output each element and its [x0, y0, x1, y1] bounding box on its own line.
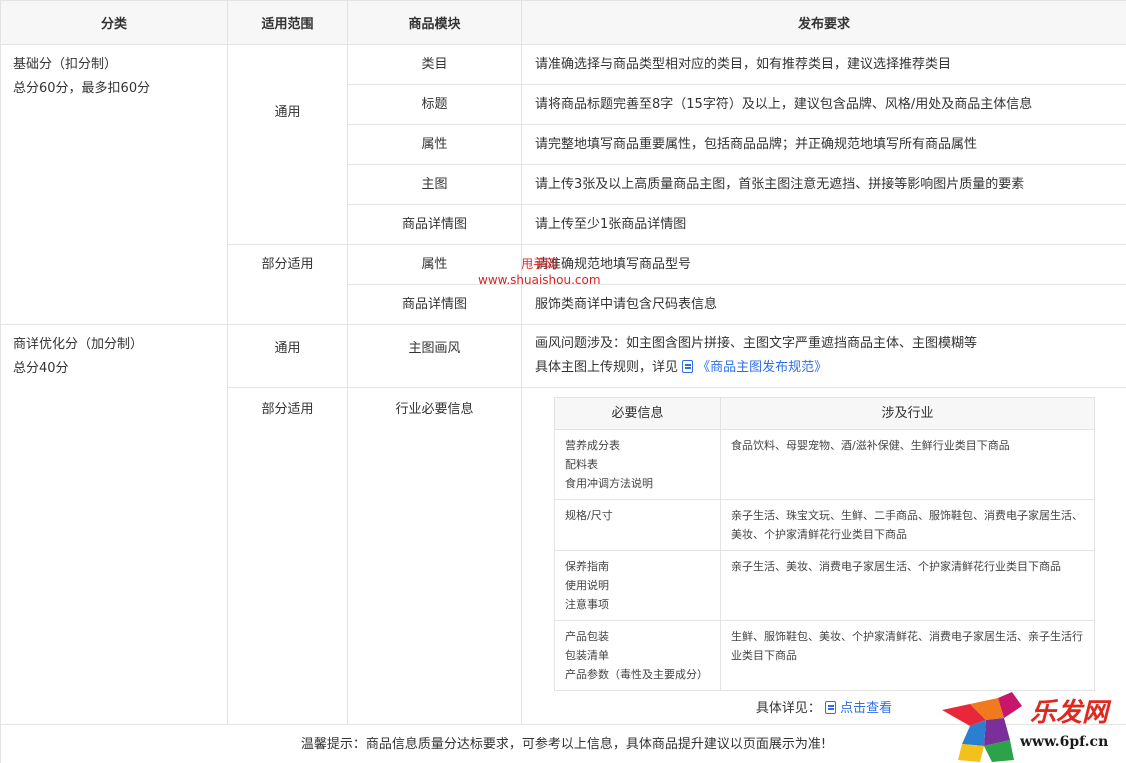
requirement-cell: 必要信息 涉及行业 营养成分表 配料表 食用冲调方法说明 食品饮料、母婴宠物、酒… — [521, 387, 1126, 725]
requirement-cell: 请准确选择与商品类型相对应的类目，如有推荐类目，建议选择推荐类目 — [521, 44, 1126, 85]
sub-header-info: 必要信息 — [554, 397, 721, 430]
site-watermark-url: www.shuaishou.com — [478, 273, 601, 287]
logo-url: www.6pf.cn — [1020, 734, 1109, 750]
sub-table-row: 保养指南 使用说明 注意事项 亲子生活、美妆、消费电子家居生活、个护家清鲜花行业… — [554, 550, 1095, 621]
requirement-cell: 请完整地填写商品重要属性，包括商品品牌；并正确规范地填写所有商品属性 — [521, 124, 1126, 165]
module-cell: 商品详情图 — [347, 204, 522, 245]
sub-table-row: 规格/尺寸 亲子生活、珠宝文玩、生鲜、二手商品、服饰鞋包、消费电子家居生活、美妆… — [554, 499, 1095, 551]
category-basic-desc: 总分60分，最多扣60分 — [13, 81, 151, 96]
header-scope: 适用范围 — [227, 0, 348, 45]
scope-partial: 部分适用 — [227, 244, 348, 325]
info-cell: 保养指南 使用说明 注意事项 — [554, 550, 721, 621]
requirement-cell: 请准确规范地填写商品型号 — [521, 244, 1126, 285]
site-watermark: 甩手网 www.shuaishou.com — [478, 256, 601, 288]
requirement-cell: 请将商品标题完善至8字（15字符）及以上，建议包含品牌、风格/用处及商品主体信息 — [521, 84, 1126, 125]
module-cell: 主图 — [347, 164, 522, 205]
sub-table-row: 产品包装 包装清单 产品参数（毒性及主要成分） 生鲜、服饰鞋包、美妆、个护家清鲜… — [554, 620, 1095, 691]
sub-header-industry: 涉及行业 — [720, 397, 1095, 430]
detail-link[interactable]: 点击查看 — [825, 701, 892, 716]
category-basic-title: 基础分（扣分制） — [13, 57, 118, 72]
industry-cell: 亲子生活、珠宝文玩、生鲜、二手商品、服饰鞋包、消费电子家居生活、美妆、个护家清鲜… — [720, 499, 1095, 551]
header-requirement: 发布要求 — [521, 0, 1126, 45]
industry-info-table: 必要信息 涉及行业 营养成分表 配料表 食用冲调方法说明 食品饮料、母婴宠物、酒… — [554, 397, 1095, 691]
requirement-cell: 请上传至少1张商品详情图 — [521, 204, 1126, 245]
document-icon — [825, 701, 837, 714]
main-image-spec-link[interactable]: 《商品主图发布规范》 — [682, 360, 827, 375]
detail-label: 具体详见： — [755, 701, 821, 716]
requirement-cell: 画风问题涉及：如主图含图片拼接、主图文字严重遮挡商品主体、主图模糊等 具体主图上… — [521, 324, 1126, 388]
industry-cell: 亲子生活、美妆、消费电子家居生活、个护家清鲜花行业类目下商品 — [720, 550, 1095, 621]
module-cell: 商品详情图 — [347, 284, 522, 325]
category-optimize-desc: 总分40分 — [13, 361, 69, 376]
scope-partial: 部分适用 — [227, 387, 348, 725]
rules-table: 分类 适用范围 商品模块 发布要求 基础分（扣分制） 总分60分，最多扣60分 … — [0, 0, 1126, 763]
module-cell: 属性 — [347, 124, 522, 165]
scope-general: 通用 — [227, 324, 348, 388]
scope-general: 通用 — [227, 44, 348, 245]
info-cell: 规格/尺寸 — [554, 499, 721, 551]
category-optimize: 商详优化分（加分制） 总分40分 — [0, 324, 228, 725]
table-row: 商详优化分（加分制） 总分40分 通用 主图画风 画风问题涉及：如主图含图片拼接… — [0, 324, 1126, 725]
category-basic: 基础分（扣分制） 总分60分，最多扣60分 — [0, 44, 228, 325]
logo-text: 乐发网 — [1030, 698, 1109, 728]
module-cell: 行业必要信息 — [347, 387, 522, 725]
category-optimize-title: 商详优化分（加分制） — [13, 337, 144, 352]
requirement-cell: 服饰类商详中请包含尺码表信息 — [521, 284, 1126, 325]
module-cell: 类目 — [347, 44, 522, 85]
header-category: 分类 — [0, 0, 228, 45]
sub-table-header-row: 必要信息 涉及行业 — [554, 397, 1095, 430]
info-cell: 产品包装 包装清单 产品参数（毒性及主要成分） — [554, 620, 721, 691]
header-module: 商品模块 — [347, 0, 522, 45]
sub-table-row: 营养成分表 配料表 食用冲调方法说明 食品饮料、母婴宠物、酒/滋补保健、生鲜行业… — [554, 429, 1095, 500]
site-watermark-name: 甩手网 — [521, 257, 558, 271]
requirement-cell: 请上传3张及以上高质量商品主图，首张主图注意无遮挡、拼接等影响图片质量的要素 — [521, 164, 1126, 205]
module-cell: 标题 — [347, 84, 522, 125]
table-header-row: 分类 适用范围 商品模块 发布要求 — [0, 0, 1126, 45]
main-image-issue-text: 画风问题涉及：如主图含图片拼接、主图文字严重遮挡商品主体、主图模糊等 — [535, 336, 978, 351]
main-image-rule-text: 具体主图上传规则，详见 — [535, 360, 679, 375]
table-row: 基础分（扣分制） 总分60分，最多扣60分 通用 类目 请准确选择与商品类型相对… — [0, 44, 1126, 325]
document-icon — [682, 360, 694, 373]
info-cell: 营养成分表 配料表 食用冲调方法说明 — [554, 429, 721, 500]
industry-cell: 食品饮料、母婴宠物、酒/滋补保健、生鲜行业类目下商品 — [720, 429, 1095, 500]
module-cell: 主图画风 — [347, 324, 522, 388]
industry-cell: 生鲜、服饰鞋包、美妆、个护家清鲜花、消费电子家居生活、亲子生活行业类目下商品 — [720, 620, 1095, 691]
